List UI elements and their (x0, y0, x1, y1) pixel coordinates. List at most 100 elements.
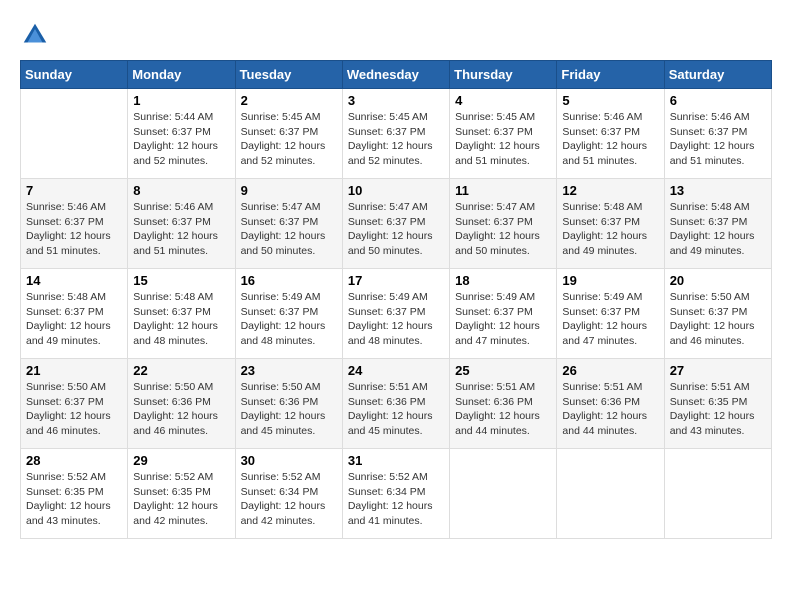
day-info: Sunrise: 5:47 AM Sunset: 6:37 PM Dayligh… (348, 200, 444, 259)
calendar-cell (557, 449, 664, 539)
page-header (20, 20, 772, 50)
day-info: Sunrise: 5:45 AM Sunset: 6:37 PM Dayligh… (241, 110, 337, 169)
calendar-header: SundayMondayTuesdayWednesdayThursdayFrid… (21, 61, 772, 89)
day-info: Sunrise: 5:52 AM Sunset: 6:34 PM Dayligh… (241, 470, 337, 529)
day-info: Sunrise: 5:50 AM Sunset: 6:37 PM Dayligh… (670, 290, 766, 349)
day-info: Sunrise: 5:47 AM Sunset: 6:37 PM Dayligh… (241, 200, 337, 259)
day-info: Sunrise: 5:49 AM Sunset: 6:37 PM Dayligh… (562, 290, 658, 349)
calendar-cell: 22Sunrise: 5:50 AM Sunset: 6:36 PM Dayli… (128, 359, 235, 449)
day-info: Sunrise: 5:50 AM Sunset: 6:37 PM Dayligh… (26, 380, 122, 439)
day-number: 1 (133, 93, 229, 108)
day-info: Sunrise: 5:50 AM Sunset: 6:36 PM Dayligh… (133, 380, 229, 439)
day-of-week-header: Thursday (450, 61, 557, 89)
day-of-week-header: Sunday (21, 61, 128, 89)
day-info: Sunrise: 5:48 AM Sunset: 6:37 PM Dayligh… (133, 290, 229, 349)
logo (20, 20, 54, 50)
calendar-cell: 26 Sunrise: 5:51 AM Sunset: 6:36 PM Dayli… (557, 359, 664, 449)
day-info: Sunrise: 5:46 AM Sunset: 6:37 PM Dayligh… (133, 200, 229, 259)
day-of-week-header: Wednesday (342, 61, 449, 89)
calendar-cell: 27Sunrise: 5:51 AM Sunset: 6:35 PM Dayli… (664, 359, 771, 449)
day-number: 5 (562, 93, 658, 108)
day-info: Sunrise: 5:52 AM Sunset: 6:35 PM Dayligh… (133, 470, 229, 529)
day-of-week-header: Monday (128, 61, 235, 89)
calendar-body: 1 Sunrise: 5:44 AM Sunset: 6:37 PM Daylig… (21, 89, 772, 539)
calendar-cell: 30 Sunrise: 5:52 AM Sunset: 6:34 PM Dayli… (235, 449, 342, 539)
calendar-cell (664, 449, 771, 539)
day-number: 31 (348, 453, 444, 468)
calendar-cell: 23Sunrise: 5:50 AM Sunset: 6:36 PM Dayli… (235, 359, 342, 449)
calendar-cell: 6 Sunrise: 5:46 AM Sunset: 6:37 PM Daylig… (664, 89, 771, 179)
day-number: 14 (26, 273, 122, 288)
calendar-cell: 14 Sunrise: 5:48 AM Sunset: 6:37 PM Dayli… (21, 269, 128, 359)
day-number: 7 (26, 183, 122, 198)
day-info: Sunrise: 5:52 AM Sunset: 6:35 PM Dayligh… (26, 470, 122, 529)
day-number: 11 (455, 183, 551, 198)
calendar-cell: 15 Sunrise: 5:48 AM Sunset: 6:37 PM Dayli… (128, 269, 235, 359)
day-number: 29 (133, 453, 229, 468)
calendar-cell: 24 Sunrise: 5:51 AM Sunset: 6:36 PM Dayli… (342, 359, 449, 449)
day-number: 17 (348, 273, 444, 288)
day-info: Sunrise: 5:49 AM Sunset: 6:37 PM Dayligh… (348, 290, 444, 349)
calendar-cell: 13 Sunrise: 5:48 AM Sunset: 6:37 PM Dayli… (664, 179, 771, 269)
calendar-cell: 7 Sunrise: 5:46 AM Sunset: 6:37 PM Daylig… (21, 179, 128, 269)
calendar-cell: 17 Sunrise: 5:49 AM Sunset: 6:37 PM Dayli… (342, 269, 449, 359)
day-info: Sunrise: 5:52 AM Sunset: 6:34 PM Dayligh… (348, 470, 444, 529)
day-number: 16 (241, 273, 337, 288)
day-info: Sunrise: 5:51 AM Sunset: 6:35 PM Dayligh… (670, 380, 766, 439)
day-number: 10 (348, 183, 444, 198)
calendar-cell: 29 Sunrise: 5:52 AM Sunset: 6:35 PM Dayli… (128, 449, 235, 539)
day-number: 13 (670, 183, 766, 198)
days-of-week-row: SundayMondayTuesdayWednesdayThursdayFrid… (21, 61, 772, 89)
calendar-week-row: 21 Sunrise: 5:50 AM Sunset: 6:37 PM Dayli… (21, 359, 772, 449)
calendar-table: SundayMondayTuesdayWednesdayThursdayFrid… (20, 60, 772, 539)
day-info: Sunrise: 5:48 AM Sunset: 6:37 PM Dayligh… (670, 200, 766, 259)
calendar-cell: 3Sunrise: 5:45 AM Sunset: 6:37 PM Daylig… (342, 89, 449, 179)
day-number: 30 (241, 453, 337, 468)
calendar-week-row: 28 Sunrise: 5:52 AM Sunset: 6:35 PM Dayli… (21, 449, 772, 539)
calendar-cell: 19 Sunrise: 5:49 AM Sunset: 6:37 PM Dayli… (557, 269, 664, 359)
calendar-week-row: 7 Sunrise: 5:46 AM Sunset: 6:37 PM Daylig… (21, 179, 772, 269)
day-info: Sunrise: 5:44 AM Sunset: 6:37 PM Dayligh… (133, 110, 229, 169)
calendar-cell: 20 Sunrise: 5:50 AM Sunset: 6:37 PM Dayli… (664, 269, 771, 359)
day-info: Sunrise: 5:46 AM Sunset: 6:37 PM Dayligh… (26, 200, 122, 259)
day-number: 20 (670, 273, 766, 288)
calendar-cell: 18Sunrise: 5:49 AM Sunset: 6:37 PM Dayli… (450, 269, 557, 359)
calendar-cell (21, 89, 128, 179)
calendar-cell: 25Sunrise: 5:51 AM Sunset: 6:36 PM Dayli… (450, 359, 557, 449)
calendar-cell: 5Sunrise: 5:46 AM Sunset: 6:37 PM Daylig… (557, 89, 664, 179)
day-info: Sunrise: 5:49 AM Sunset: 6:37 PM Dayligh… (241, 290, 337, 349)
day-number: 24 (348, 363, 444, 378)
day-info: Sunrise: 5:51 AM Sunset: 6:36 PM Dayligh… (348, 380, 444, 439)
calendar-cell: 28 Sunrise: 5:52 AM Sunset: 6:35 PM Dayli… (21, 449, 128, 539)
day-number: 28 (26, 453, 122, 468)
day-info: Sunrise: 5:45 AM Sunset: 6:37 PM Dayligh… (348, 110, 444, 169)
day-of-week-header: Saturday (664, 61, 771, 89)
calendar-cell: 4 Sunrise: 5:45 AM Sunset: 6:37 PM Daylig… (450, 89, 557, 179)
day-number: 21 (26, 363, 122, 378)
day-of-week-header: Tuesday (235, 61, 342, 89)
calendar-cell: 8Sunrise: 5:46 AM Sunset: 6:37 PM Daylig… (128, 179, 235, 269)
day-info: Sunrise: 5:45 AM Sunset: 6:37 PM Dayligh… (455, 110, 551, 169)
day-info: Sunrise: 5:51 AM Sunset: 6:36 PM Dayligh… (562, 380, 658, 439)
calendar-week-row: 14 Sunrise: 5:48 AM Sunset: 6:37 PM Dayli… (21, 269, 772, 359)
calendar-cell: 10 Sunrise: 5:47 AM Sunset: 6:37 PM Dayli… (342, 179, 449, 269)
calendar-cell: 1 Sunrise: 5:44 AM Sunset: 6:37 PM Daylig… (128, 89, 235, 179)
calendar-cell: 12Sunrise: 5:48 AM Sunset: 6:37 PM Dayli… (557, 179, 664, 269)
day-number: 15 (133, 273, 229, 288)
day-number: 9 (241, 183, 337, 198)
day-number: 6 (670, 93, 766, 108)
day-info: Sunrise: 5:46 AM Sunset: 6:37 PM Dayligh… (670, 110, 766, 169)
calendar-cell: 21 Sunrise: 5:50 AM Sunset: 6:37 PM Dayli… (21, 359, 128, 449)
day-number: 19 (562, 273, 658, 288)
day-number: 2 (241, 93, 337, 108)
calendar-week-row: 1 Sunrise: 5:44 AM Sunset: 6:37 PM Daylig… (21, 89, 772, 179)
day-number: 26 (562, 363, 658, 378)
day-number: 4 (455, 93, 551, 108)
day-info: Sunrise: 5:50 AM Sunset: 6:36 PM Dayligh… (241, 380, 337, 439)
day-number: 25 (455, 363, 551, 378)
logo-icon (20, 20, 50, 50)
day-info: Sunrise: 5:49 AM Sunset: 6:37 PM Dayligh… (455, 290, 551, 349)
calendar-cell: 9 Sunrise: 5:47 AM Sunset: 6:37 PM Daylig… (235, 179, 342, 269)
day-info: Sunrise: 5:48 AM Sunset: 6:37 PM Dayligh… (26, 290, 122, 349)
calendar-cell: 11Sunrise: 5:47 AM Sunset: 6:37 PM Dayli… (450, 179, 557, 269)
